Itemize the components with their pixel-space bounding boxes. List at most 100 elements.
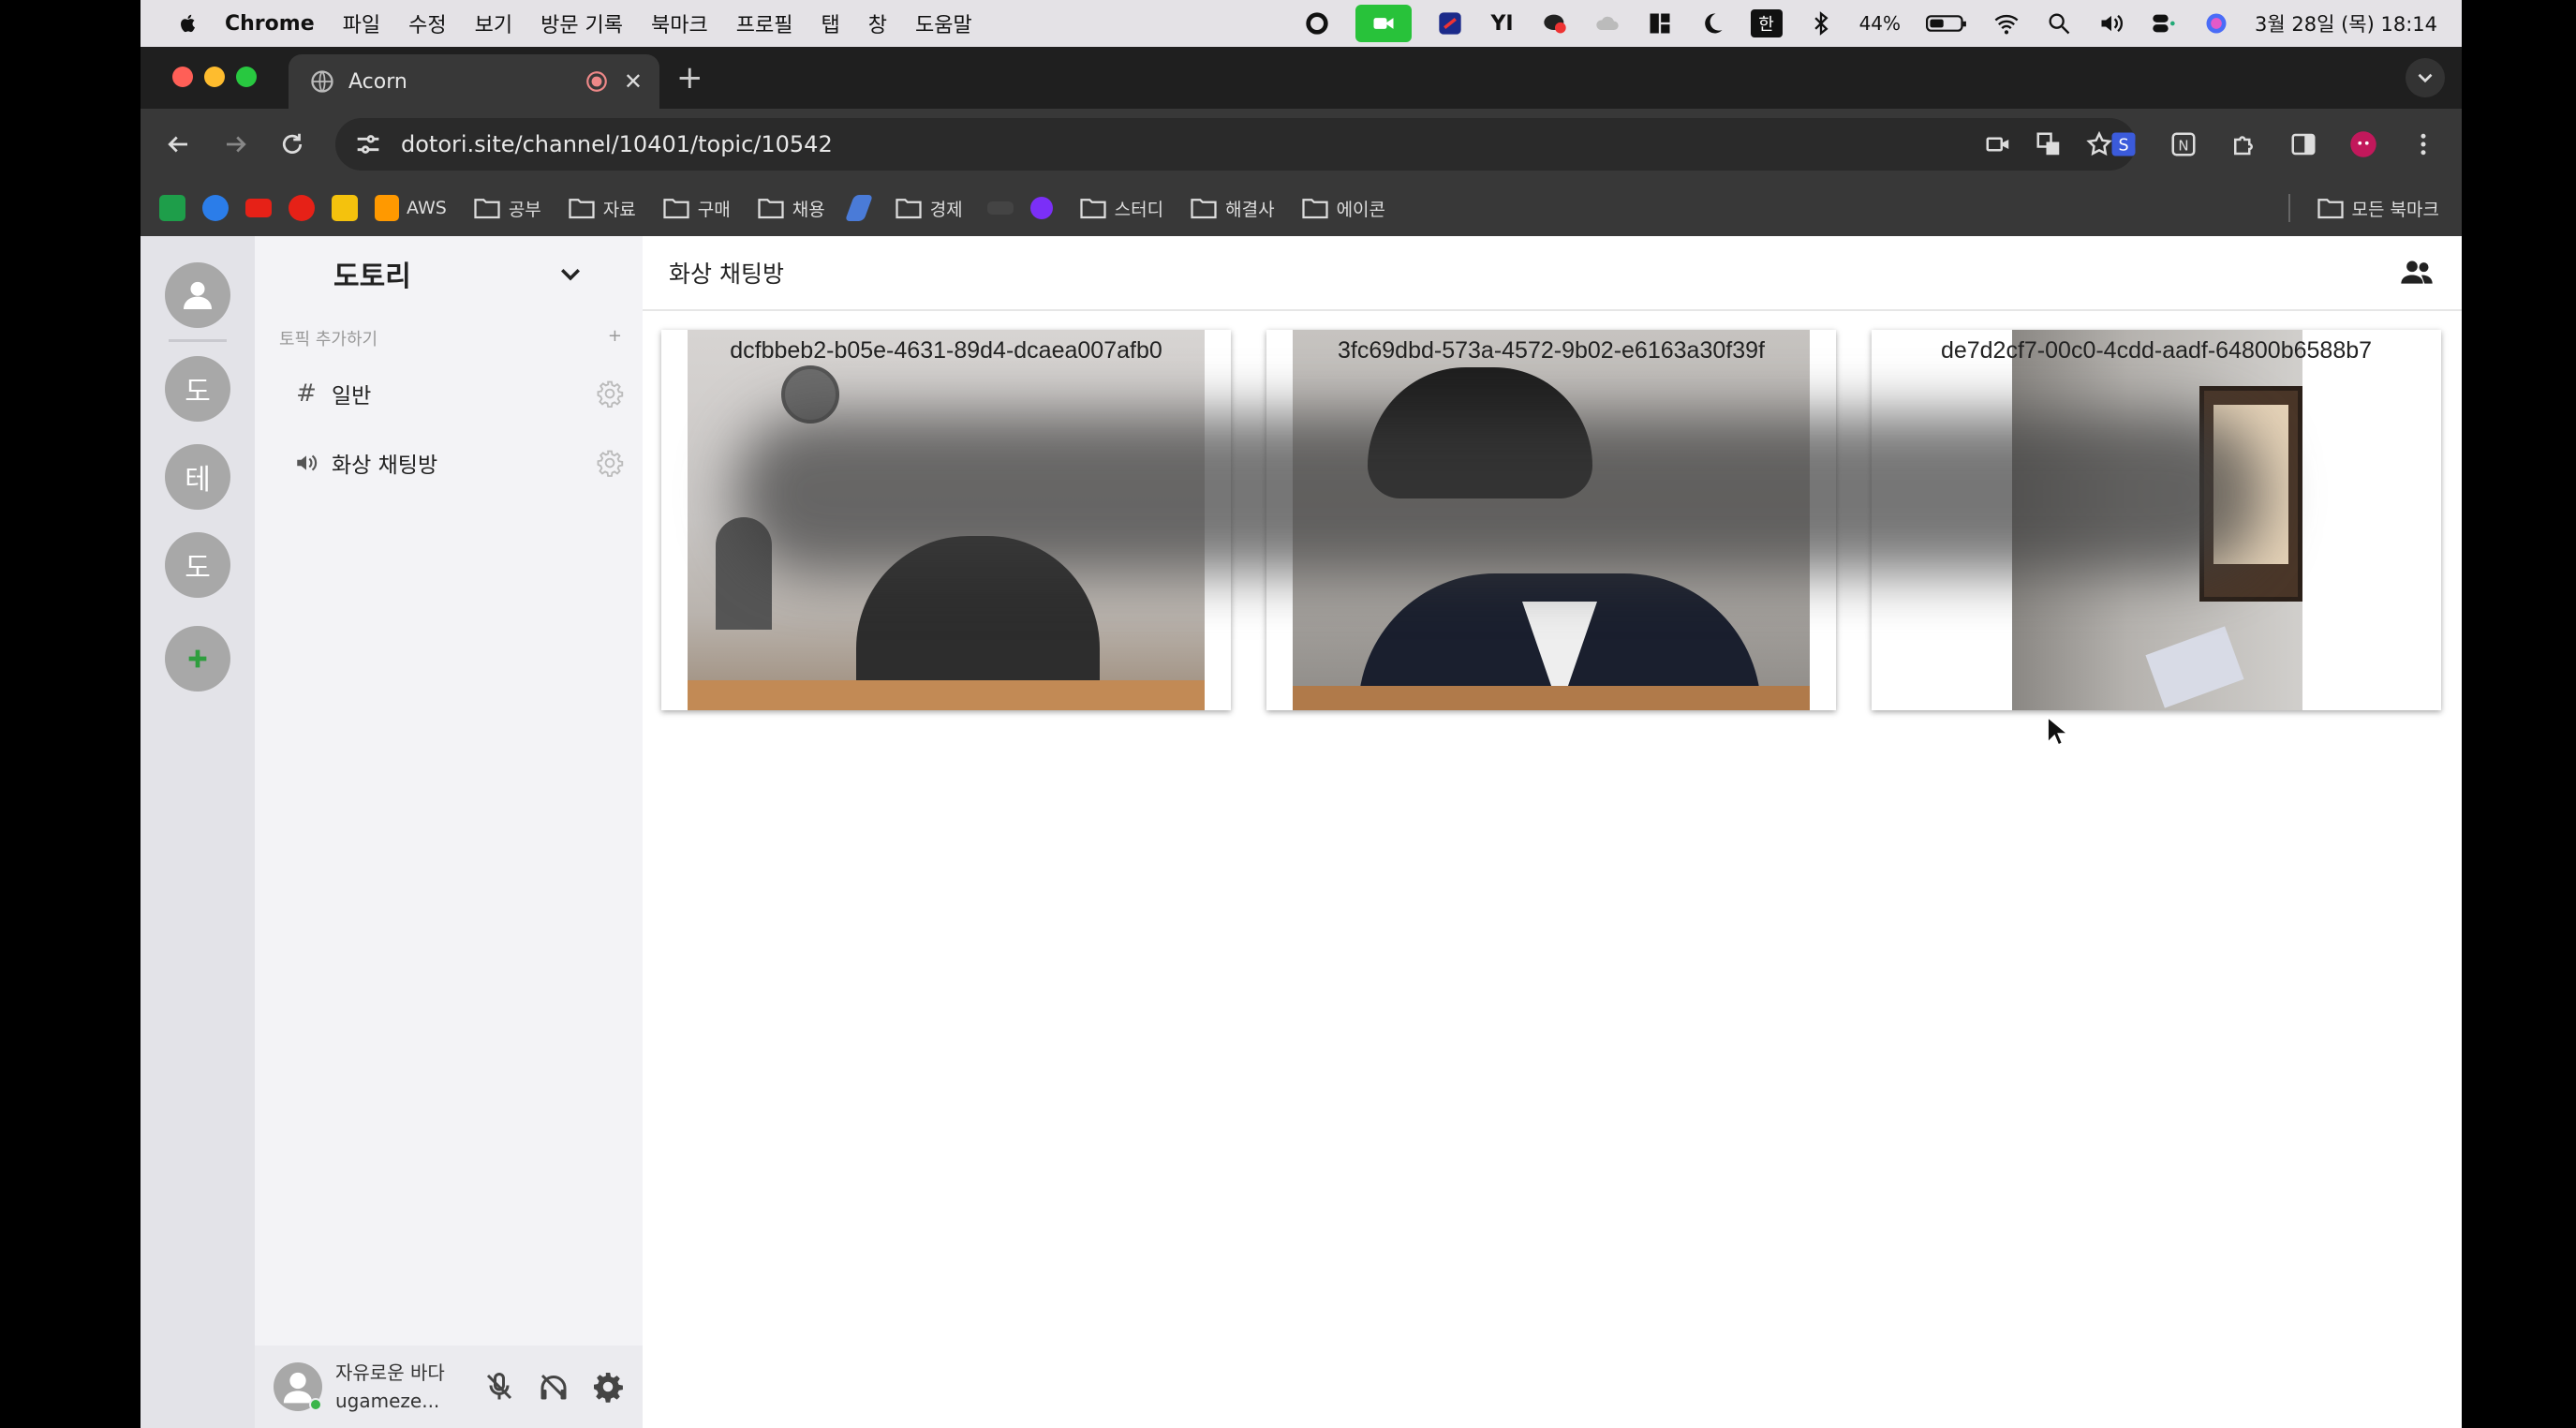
close-tab-icon[interactable]: ✕ bbox=[624, 68, 643, 95]
menu-view[interactable]: 보기 bbox=[475, 8, 512, 38]
bookmark-maps-icon[interactable] bbox=[332, 195, 358, 221]
control-center-icon[interactable] bbox=[2150, 9, 2178, 37]
online-status-dot bbox=[309, 1398, 322, 1411]
bookmark-folder-acorn[interactable]: 에이콘 bbox=[1301, 196, 1385, 221]
extension-s-icon[interactable]: S bbox=[2110, 130, 2138, 158]
profile-server-button[interactable] bbox=[165, 262, 230, 328]
address-bar[interactable]: dotori.site/channel/10401/topic/10542 bbox=[335, 118, 2136, 171]
bluetooth-icon[interactable] bbox=[1807, 9, 1835, 37]
video-participant-id: 3fc69dbd-573a-4572-9b02-e6163a30f39f bbox=[1338, 337, 1765, 364]
members-icon[interactable] bbox=[2398, 254, 2435, 291]
browser-toolbar: dotori.site/channel/10401/topic/10542 S … bbox=[141, 109, 2462, 180]
add-server-button[interactable] bbox=[165, 626, 230, 692]
bookmark-folder-economy[interactable]: 경제 bbox=[895, 196, 963, 221]
yi-icon[interactable]: YI bbox=[1488, 9, 1517, 37]
translate-icon[interactable] bbox=[2035, 130, 2063, 158]
mic-muted-icon[interactable] bbox=[480, 1367, 519, 1406]
server-header[interactable]: 도토리 bbox=[255, 236, 643, 311]
bookmark-folder-materials[interactable]: 자료 bbox=[568, 196, 636, 221]
server-button-2[interactable]: 테 bbox=[165, 444, 230, 510]
gear-icon[interactable] bbox=[596, 379, 624, 408]
menu-profile[interactable]: 프로필 bbox=[736, 8, 793, 38]
add-topic-row[interactable]: 토픽 추가하기 + bbox=[279, 326, 622, 350]
bookmark-play-icon[interactable] bbox=[289, 195, 315, 221]
new-tab-button[interactable]: + bbox=[676, 60, 703, 96]
menu-chrome[interactable]: Chrome bbox=[225, 12, 315, 36]
bookmark-feather-icon[interactable] bbox=[844, 195, 873, 221]
menu-file[interactable]: 파일 bbox=[343, 8, 380, 38]
reload-icon[interactable] bbox=[275, 127, 309, 161]
bookmark-folder-study[interactable]: 공부 bbox=[473, 196, 541, 221]
wifi-icon[interactable] bbox=[1992, 9, 2021, 37]
siri-icon[interactable] bbox=[2202, 9, 2230, 37]
camera-in-use-icon[interactable] bbox=[1984, 130, 2012, 158]
input-source[interactable]: 한 bbox=[1750, 9, 1783, 37]
bookmark-edge-icon[interactable] bbox=[202, 195, 229, 221]
menu-edit[interactable]: 수정 bbox=[408, 8, 446, 38]
search-icon[interactable] bbox=[2045, 9, 2073, 37]
menu-clock[interactable]: 3월 28일 (목) 18:14 bbox=[2255, 9, 2437, 37]
bookmark-folder-solver[interactable]: 해결사 bbox=[1190, 196, 1275, 221]
extensions-puzzle-icon[interactable] bbox=[2229, 130, 2258, 158]
user-settings-gear-icon[interactable] bbox=[588, 1367, 628, 1406]
menu-help[interactable]: 도움말 bbox=[915, 8, 972, 38]
bookmark-sheets-icon[interactable] bbox=[159, 195, 185, 221]
desk-image bbox=[1293, 686, 1810, 710]
video-participant-id: de7d2cf7-00c0-4cdd-aadf-64800b6588b7 bbox=[1940, 337, 2373, 364]
kebab-menu-icon[interactable] bbox=[2409, 130, 2437, 158]
close-window-button[interactable] bbox=[172, 67, 193, 87]
forward-icon[interactable] bbox=[219, 127, 253, 161]
bookmark-dark-icon[interactable] bbox=[986, 201, 1014, 215]
folder-icon bbox=[1191, 199, 1217, 219]
bookmark-folder-study-group[interactable]: 스터디 bbox=[1079, 196, 1163, 221]
server-divider bbox=[169, 339, 227, 342]
chevron-down-icon[interactable] bbox=[2406, 58, 2445, 97]
apple-icon[interactable] bbox=[176, 11, 200, 36]
battery-icon[interactable] bbox=[1925, 9, 1968, 37]
bookmark-youtube-icon[interactable] bbox=[245, 199, 272, 217]
status-area: YI 한 44% 3월 28일 (목) 18:14 bbox=[1303, 0, 2437, 47]
site-settings-icon[interactable] bbox=[352, 128, 384, 160]
folder-icon bbox=[896, 199, 922, 219]
topic-title: 화상 채팅방 bbox=[669, 260, 784, 288]
cloud-icon[interactable] bbox=[1593, 9, 1621, 37]
bookmark-folder-purchase[interactable]: 구매 bbox=[662, 196, 731, 221]
add-topic-plus[interactable]: + bbox=[608, 326, 622, 350]
user-names: 자유로운 바다 ugameze... bbox=[335, 1359, 480, 1415]
all-bookmarks[interactable]: 모든 북마크 bbox=[2287, 180, 2439, 236]
desk-image bbox=[688, 680, 1205, 710]
app-icon[interactable] bbox=[1436, 9, 1464, 37]
record-icon[interactable] bbox=[1303, 9, 1331, 37]
server-button-3[interactable]: 도 bbox=[165, 532, 230, 598]
server-button-1[interactable]: 도 bbox=[165, 356, 230, 422]
mac-menu-bar: Chrome 파일 수정 보기 방문 기록 북마크 프로필 탭 창 도움말 YI… bbox=[141, 0, 2462, 47]
chevron-down-icon[interactable] bbox=[556, 260, 585, 288]
topic-general[interactable]: # 일반 bbox=[292, 373, 624, 414]
bookmark-aws[interactable]: AWS bbox=[375, 195, 447, 221]
facetime-icon[interactable] bbox=[1355, 5, 1412, 42]
layout-icon[interactable] bbox=[1646, 9, 1674, 37]
headphones-off-icon[interactable] bbox=[534, 1367, 573, 1406]
tab-acorn[interactable]: Acorn ✕ bbox=[289, 54, 659, 109]
menu-window[interactable]: 창 bbox=[868, 8, 887, 38]
user-avatar[interactable] bbox=[274, 1362, 322, 1411]
menu-bookmarks[interactable]: 북마크 bbox=[651, 8, 708, 38]
bookmark-purple-icon[interactable] bbox=[1029, 197, 1053, 219]
chat-icon[interactable] bbox=[1541, 9, 1569, 37]
menu-tab[interactable]: 탭 bbox=[822, 8, 840, 38]
maximize-window-button[interactable] bbox=[236, 67, 257, 87]
volume-icon[interactable] bbox=[2097, 9, 2125, 37]
topic-video-chat[interactable]: 화상 채팅방 bbox=[292, 442, 624, 483]
gear-icon[interactable] bbox=[596, 449, 624, 477]
menu-history[interactable]: 방문 기록 bbox=[540, 8, 623, 38]
moon-icon[interactable] bbox=[1698, 9, 1726, 37]
bookmark-folder-jobs[interactable]: 채용 bbox=[757, 196, 825, 221]
profile-avatar[interactable] bbox=[2349, 130, 2377, 158]
side-panel-icon[interactable] bbox=[2289, 130, 2317, 158]
minimize-window-button[interactable] bbox=[204, 67, 225, 87]
topic-label: 화상 채팅방 bbox=[332, 454, 438, 478]
folder-icon bbox=[1301, 199, 1328, 219]
notion-icon[interactable]: N bbox=[2169, 130, 2198, 158]
folder-icon bbox=[2317, 199, 2344, 219]
back-icon[interactable] bbox=[161, 127, 195, 161]
